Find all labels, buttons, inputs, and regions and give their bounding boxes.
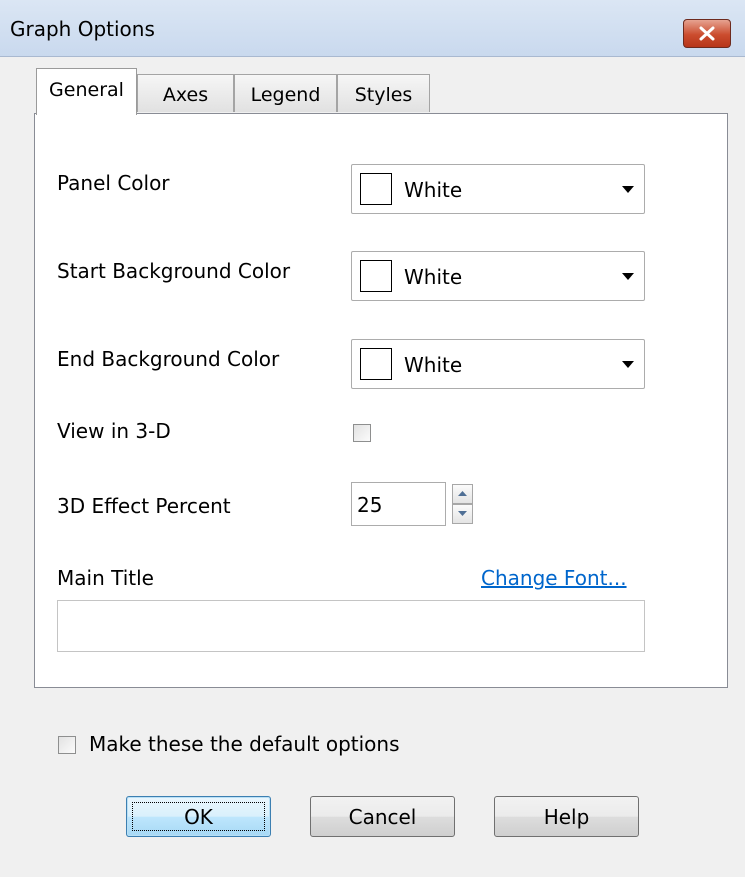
chevron-down-icon — [622, 273, 634, 280]
tab-axes[interactable]: Axes — [137, 74, 234, 112]
spin-down-icon — [458, 511, 467, 516]
spin-up-icon — [458, 491, 467, 496]
end-background-color-label: End Background Color — [57, 347, 280, 371]
panel-color-value: White — [404, 178, 463, 202]
tab-general[interactable]: General — [36, 68, 137, 115]
help-button[interactable]: Help — [494, 796, 639, 837]
close-button[interactable] — [683, 19, 731, 48]
start-background-color-dropdown[interactable]: White — [351, 251, 645, 301]
cancel-button[interactable]: Cancel — [310, 796, 455, 837]
tab-legend[interactable]: Legend — [234, 74, 337, 112]
start-background-color-swatch — [360, 260, 392, 292]
end-background-color-value: White — [404, 353, 463, 377]
close-icon — [699, 26, 715, 41]
title-bar: Graph Options — [0, 0, 745, 57]
general-tab-panel: Panel Color White Start Background Color… — [34, 113, 728, 688]
tab-axes-label: Axes — [162, 84, 209, 106]
effect-percent-value: 25 — [357, 493, 383, 517]
help-button-label: Help — [543, 805, 590, 829]
window-title: Graph Options — [10, 17, 155, 41]
spin-up-button[interactable] — [452, 484, 473, 504]
ok-button[interactable]: OK — [126, 796, 271, 837]
tab-legend-label: Legend — [250, 84, 321, 106]
start-background-color-value: White — [404, 265, 463, 289]
start-background-color-label: Start Background Color — [57, 259, 291, 283]
chevron-down-icon — [622, 361, 634, 368]
spin-down-button[interactable] — [452, 504, 473, 524]
tab-general-label: General — [49, 79, 124, 101]
panel-color-swatch — [360, 173, 392, 205]
main-title-input[interactable] — [57, 600, 645, 652]
end-background-color-swatch — [360, 348, 392, 380]
panel-color-label: Panel Color — [57, 171, 170, 195]
tab-styles-label: Styles — [354, 84, 413, 106]
effect-percent-input[interactable]: 25 — [351, 482, 446, 526]
cancel-button-label: Cancel — [348, 805, 417, 829]
view-3d-checkbox[interactable] — [353, 424, 371, 442]
chevron-down-icon — [622, 186, 634, 193]
panel-color-dropdown[interactable]: White — [351, 164, 645, 214]
effect-percent-label: 3D Effect Percent — [57, 494, 231, 518]
default-options-label[interactable]: Make these the default options — [89, 732, 400, 756]
change-font-link[interactable]: Change Font... — [481, 566, 627, 590]
default-options-checkbox[interactable] — [58, 736, 76, 754]
tab-styles[interactable]: Styles — [337, 74, 430, 112]
view-3d-label: View in 3-D — [57, 419, 171, 443]
main-title-label: Main Title — [57, 566, 154, 590]
end-background-color-dropdown[interactable]: White — [351, 339, 645, 389]
focus-rectangle — [132, 802, 265, 831]
